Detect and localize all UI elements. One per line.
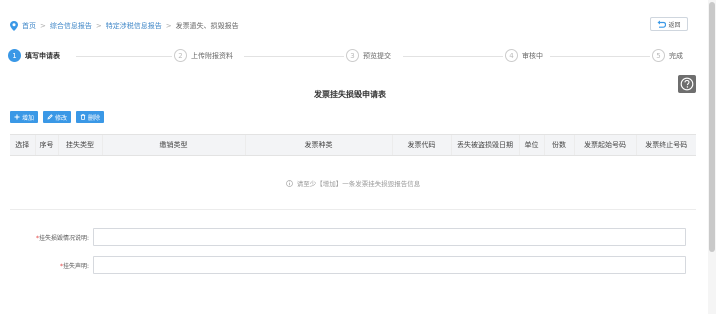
step-number: 2 — [174, 49, 187, 62]
column-header-copies: 份数 — [543, 134, 574, 156]
progress-steps: 1 填写申请表 2 上传附报资料 3 预览提交 4 审核中 5 完成 — [8, 49, 690, 65]
add-button[interactable]: 增加 — [10, 111, 39, 123]
column-header-invoice-kind: 发票种类 — [244, 134, 392, 156]
step-connector — [403, 56, 503, 57]
loss-situation-label-text: 挂失损毁情况说明: — [38, 234, 89, 242]
step-label: 审核中 — [522, 51, 543, 60]
step-complete: 5 完成 — [652, 49, 683, 62]
step-preview-submit: 3 预览提交 — [346, 49, 391, 62]
breadcrumb-separator: > — [40, 22, 46, 30]
breadcrumb-separator: > — [165, 22, 172, 30]
step-label: 填写申请表 — [25, 51, 60, 60]
loss-situation-row: *挂失损毁情况说明: — [10, 228, 696, 246]
empty-state-message: 请至少【增加】一条发票挂失损毁报告信息 — [296, 179, 421, 188]
step-label: 完成 — [669, 51, 683, 60]
column-header-start-number: 发票起始号码 — [573, 134, 636, 156]
step-fill-application: 1 填写申请表 — [8, 49, 60, 62]
delete-button-label: 删除 — [88, 114, 101, 122]
breadcrumb-tax-report-link[interactable]: 特定涉税信息报告 — [106, 21, 162, 31]
step-connector — [244, 56, 344, 57]
loss-situation-input[interactable] — [93, 228, 686, 246]
step-number: 3 — [346, 49, 359, 62]
location-pin-icon — [10, 21, 18, 31]
empty-state: 请至少【增加】一条发票挂失损毁报告信息 — [10, 155, 696, 210]
back-button-label: 返回 — [668, 21, 681, 29]
breadcrumb-separator: > — [95, 22, 102, 30]
step-number: 4 — [505, 49, 518, 62]
return-arrow-icon — [657, 20, 667, 28]
breadcrumb-general-report-link[interactable]: 综合信息报告 — [50, 21, 92, 31]
back-button[interactable]: 返回 — [650, 17, 688, 31]
column-header-loss-type: 挂失类型 — [57, 134, 102, 156]
column-header-invoice-code: 发票代码 — [391, 134, 451, 156]
step-number: 1 — [8, 49, 21, 62]
loss-statement-label: *挂失声明: — [10, 261, 91, 270]
column-header-cancel-type: 缴销类型 — [101, 134, 245, 156]
column-header-end-number: 发票终止号码 — [635, 134, 696, 156]
column-header-loss-date: 丢失被盗损毁日期 — [450, 134, 519, 156]
pencil-icon — [47, 114, 53, 120]
step-upload-materials: 2 上传附报资料 — [174, 49, 233, 62]
edit-button[interactable]: 修改 — [43, 111, 72, 123]
loss-statement-input[interactable] — [93, 256, 686, 274]
form-title: 发票挂失损毁申请表 — [314, 90, 386, 99]
table-toolbar: 增加 修改 删除 — [10, 111, 105, 123]
trash-icon — [80, 114, 86, 120]
edit-button-label: 修改 — [55, 114, 68, 122]
invoice-loss-table: 选择 序号 挂失类型 缴销类型 发票种类 发票代码 丢失被盗损毁日期 单位 份数… — [10, 134, 696, 210]
step-connector — [550, 56, 650, 57]
step-connector — [76, 56, 172, 57]
add-button-label: 增加 — [22, 114, 35, 122]
delete-button[interactable]: 删除 — [76, 111, 105, 123]
breadcrumb-home-link[interactable]: 首页 — [22, 21, 36, 31]
breadcrumb: 首页 > 综合信息报告 > 特定涉税信息报告 > 发票遗失、损毁报告 — [10, 20, 239, 32]
step-number: 5 — [652, 49, 665, 62]
step-label: 预览提交 — [363, 51, 391, 60]
info-circle-icon — [285, 179, 293, 187]
column-header-unit: 单位 — [518, 134, 544, 156]
loss-situation-label: *挂失损毁情况说明: — [10, 233, 91, 242]
table-empty-row: 请至少【增加】一条发票挂失损毁报告信息 — [10, 155, 696, 210]
plus-icon — [14, 114, 20, 120]
column-header-seq: 序号 — [34, 134, 58, 156]
table-header-row: 选择 序号 挂失类型 缴销类型 发票种类 发票代码 丢失被盗损毁日期 单位 份数… — [10, 134, 696, 156]
loss-statement-row: *挂失声明: — [10, 256, 696, 274]
step-under-review: 4 审核中 — [505, 49, 543, 62]
loss-statement-label-text: 挂失声明: — [62, 262, 89, 270]
vertical-scrollbar[interactable] — [708, 0, 716, 314]
breadcrumb-current: 发票遗失、损毁报告 — [175, 22, 239, 30]
scrollbar-thumb[interactable] — [709, 2, 715, 252]
step-label: 上传附报资料 — [191, 51, 233, 60]
column-header-select: 选择 — [10, 134, 35, 156]
